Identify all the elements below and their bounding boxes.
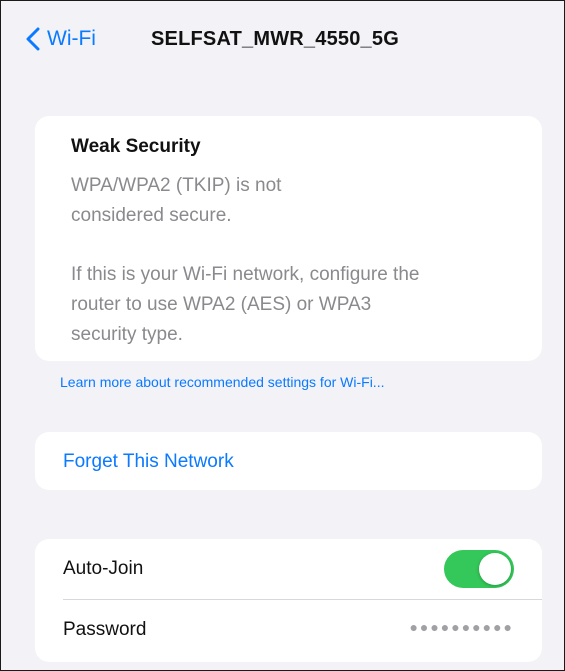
password-row[interactable]: Password ●●●●●●●●●● xyxy=(35,600,542,660)
auto-join-row: Auto-Join xyxy=(35,539,542,599)
password-label: Password xyxy=(63,619,147,640)
warning-line: considered secure. xyxy=(71,205,232,226)
forget-network-button[interactable]: Forget This Network xyxy=(35,432,542,490)
warning-title: Weak Security xyxy=(71,136,201,157)
wifi-network-details-screen: Wi-Fi SELFSAT_MWR_4550_5G Weak Security … xyxy=(0,0,565,671)
toggle-knob xyxy=(479,553,511,585)
password-value[interactable]: ●●●●●●●●●● xyxy=(409,619,514,635)
weak-security-card: Weak Security WPA/WPA2 (TKIP) is not con… xyxy=(35,116,542,361)
back-button-label: Wi-Fi xyxy=(47,27,96,50)
network-settings-group: Auto-Join Password ●●●●●●●●●● xyxy=(35,539,542,662)
warning-line: router to use WPA2 (AES) or WPA3 xyxy=(71,294,372,315)
warning-advice: If this is your Wi-Fi network, configure… xyxy=(71,260,419,350)
navigation-bar: Wi-Fi SELFSAT_MWR_4550_5G xyxy=(1,1,564,81)
warning-line: WPA/WPA2 (TKIP) is not xyxy=(71,175,282,196)
warning-line: security type. xyxy=(71,324,183,345)
chevron-left-icon xyxy=(26,27,40,51)
warning-line: If this is your Wi-Fi network, configure… xyxy=(71,264,420,285)
page-title: SELFSAT_MWR_4550_5G xyxy=(151,28,399,50)
learn-more-link[interactable]: Learn more about recommended settings fo… xyxy=(60,374,384,390)
warning-message: WPA/WPA2 (TKIP) is not considered secure… xyxy=(71,171,281,231)
forget-network-label: Forget This Network xyxy=(63,451,234,472)
auto-join-label: Auto-Join xyxy=(63,558,144,579)
auto-join-toggle[interactable] xyxy=(444,550,514,588)
back-button[interactable]: Wi-Fi xyxy=(25,27,96,51)
